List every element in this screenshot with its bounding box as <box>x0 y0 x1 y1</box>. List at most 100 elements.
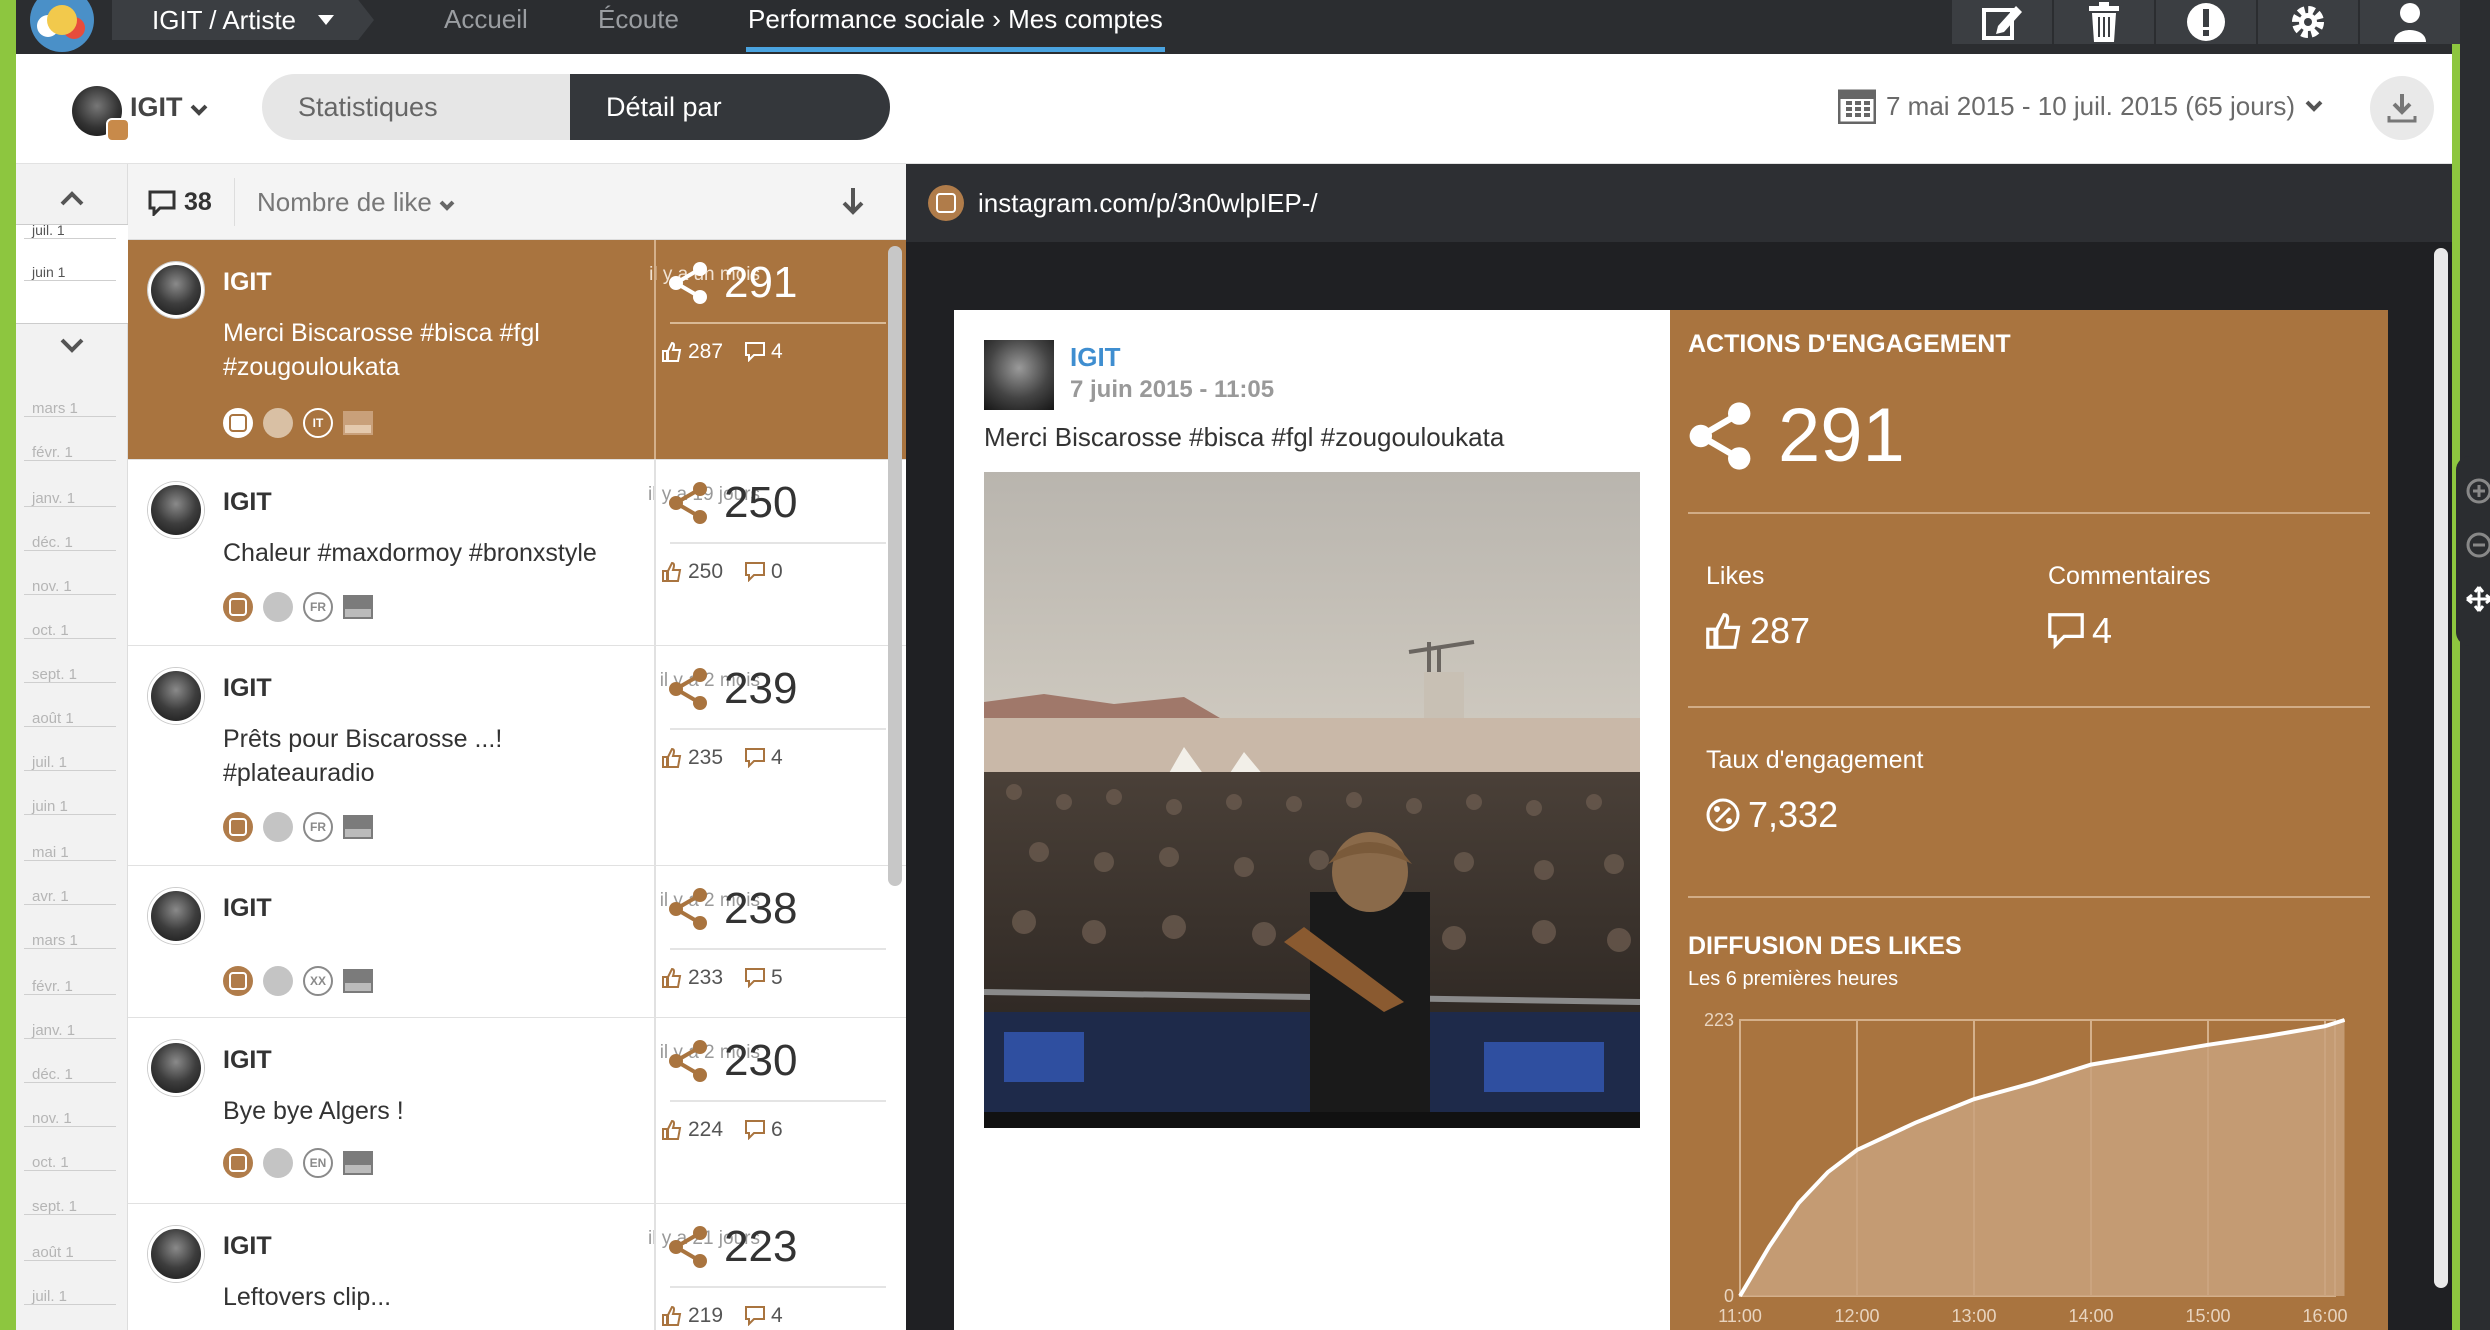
post-text: Leftovers clip... <box>223 1283 392 1311</box>
post-item[interactable]: IGIT il y a 2 mois Prêts pour Biscarosse… <box>128 646 906 866</box>
engagement-total-value: 291 <box>1778 393 1905 478</box>
post-photo[interactable] <box>984 472 1640 1128</box>
post-avatar <box>148 262 204 318</box>
detail-scrollbar[interactable] <box>2434 248 2448 1288</box>
post-item[interactable]: IGIT il y a 19 jours Chaleur #maxdormoy … <box>128 460 906 646</box>
likes-value: 287 <box>1750 610 1811 651</box>
post-list-scrollbar[interactable] <box>888 246 902 886</box>
post-item[interactable]: IGIT il y a 21 jours Leftovers clip... 2… <box>128 1204 906 1330</box>
date-range-picker[interactable]: 7 mai 2015 - 10 juil. 2015 (65 jours) <box>1838 88 2323 124</box>
neutral-sentiment-icon <box>263 592 293 622</box>
post-engagement-value: 250 <box>724 478 798 527</box>
chart-x-tick-label: 13:00 <box>1951 1306 1996 1326</box>
timeline-label: déc. 1 <box>24 1066 116 1083</box>
divider <box>1688 512 2370 514</box>
post-card: IGIT 7 juin 2015 - 11:05 Merci Biscaross… <box>954 310 2388 1330</box>
post-item[interactable]: IGIT il y a 2 mois XX 238 233 5 <box>128 866 906 1018</box>
neutral-sentiment-icon <box>263 966 293 996</box>
engagement-panel: ACTIONS D'ENGAGEMENT 291 Likes 287 Comme… <box>1670 310 2388 1330</box>
alert-button[interactable] <box>2154 0 2256 44</box>
divider <box>670 542 886 544</box>
image-icon <box>343 812 373 842</box>
download-button[interactable] <box>2370 76 2434 140</box>
divider <box>670 728 886 730</box>
post-item[interactable]: IGIT il y a un mois Merci Biscarosse #bi… <box>128 240 906 460</box>
header-bar: IGIT Statistiques globales Détail par pu… <box>16 54 2452 164</box>
chart-point <box>1768 1245 1770 1247</box>
comment-icon <box>745 562 766 582</box>
chart-point <box>1856 1149 1858 1151</box>
chart-x-tick-label: 15:00 <box>2185 1306 2230 1326</box>
chart-point <box>2344 1019 2345 1021</box>
delete-button[interactable] <box>2052 0 2154 44</box>
timeline-navigator[interactable]: juil. 1 juin 1 mars 1 févr. 1 janv. 1 dé… <box>16 164 128 1330</box>
likes-stat: 224 <box>662 1118 723 1142</box>
chart-point <box>2149 1054 2150 1056</box>
post-item[interactable]: IGIT il y a 2 mois Bye bye Algers ! EN 2… <box>128 1018 906 1204</box>
account-avatar[interactable] <box>72 86 130 142</box>
zoom-out-icon[interactable] <box>2466 532 2490 558</box>
zoom-controls <box>2456 456 2490 646</box>
chevron-down-icon <box>439 200 455 211</box>
engagement-total: 291 <box>1688 392 1905 479</box>
profile-button[interactable] <box>2358 0 2460 44</box>
divider <box>1688 896 2370 898</box>
comment-icon <box>2048 613 2084 649</box>
nav-link-ecoute[interactable]: Écoute <box>598 0 679 40</box>
sort-selector[interactable]: Nombre de like <box>234 178 455 226</box>
tab-statistiques-globales[interactable]: Statistiques globales <box>262 74 570 140</box>
post-stats: 223 219 4 <box>654 1204 906 1330</box>
language-badge: FR <box>303 592 333 622</box>
instagram-badge-icon <box>106 118 130 142</box>
chevron-up-icon <box>60 191 84 206</box>
timeline-up-button[interactable] <box>16 176 128 220</box>
post-text: Bye bye Algers ! <box>223 1097 404 1125</box>
post-author: IGIT <box>223 268 272 296</box>
likes-value: 233 <box>688 966 724 989</box>
percent-icon <box>1706 798 1740 832</box>
divider <box>670 322 886 324</box>
neutral-sentiment-icon <box>263 812 293 842</box>
edit-button[interactable] <box>1950 0 2052 44</box>
timeline-label: sept. 1 <box>23 1198 117 1215</box>
post-tags: FR <box>223 592 373 622</box>
language-badge: XX <box>303 966 333 996</box>
chart-x-tick-label: 12:00 <box>1834 1306 1879 1326</box>
comment-icon <box>745 1306 766 1326</box>
comments-stat: 4 <box>2048 610 2112 652</box>
nav-link-accueil[interactable]: Accueil <box>444 0 528 40</box>
thumbs-up-icon <box>1706 613 1741 649</box>
zoom-in-icon[interactable] <box>2466 478 2490 504</box>
tab-detail-par-publication[interactable]: Détail par publication <box>570 74 890 140</box>
account-switcher[interactable]: IGIT / Artiste <box>112 0 374 40</box>
neutral-sentiment-icon <box>263 1148 293 1178</box>
settings-button[interactable] <box>2256 0 2358 44</box>
timeline-down-button[interactable] <box>16 324 128 368</box>
chevron-down-icon <box>2305 100 2323 112</box>
post-tags: XX <box>223 966 373 996</box>
post-mini-stats: 219 4 <box>662 1304 783 1328</box>
engagement-rate-stat: 7,332 <box>1706 794 1838 836</box>
concert-photo <box>984 472 1640 1128</box>
timeline-label: juil. 1 <box>24 222 116 239</box>
comments-value: 4 <box>2092 610 2113 651</box>
app-logo-icon[interactable] <box>30 0 94 52</box>
share-icon <box>669 888 707 930</box>
nav-link-performance-sociale[interactable]: Performance sociale › Mes comptes <box>746 0 1165 52</box>
sort-direction-button[interactable] <box>840 186 866 221</box>
post-list-body: IGIT il y a un mois Merci Biscarosse #bi… <box>128 240 906 1330</box>
account-selector[interactable]: IGIT <box>130 92 208 123</box>
download-icon <box>2387 94 2417 123</box>
share-icon <box>669 668 707 710</box>
comment-icon <box>745 342 766 362</box>
post-url-link[interactable]: instagram.com/p/3n0wlpIEP-/ <box>978 188 1318 219</box>
post-tags: EN <box>223 1148 373 1178</box>
move-icon[interactable] <box>2466 586 2490 612</box>
post-tags: FR <box>223 812 373 842</box>
post-content: IGIT 7 juin 2015 - 11:05 Merci Biscaross… <box>954 310 1670 1330</box>
timeline-label: janv. 1 <box>23 1022 117 1039</box>
thumbs-up-icon <box>662 562 682 582</box>
post-author-link[interactable]: IGIT <box>1070 342 1121 373</box>
comments-stat: 4 <box>745 340 783 364</box>
post-mini-stats: 235 4 <box>662 746 783 770</box>
